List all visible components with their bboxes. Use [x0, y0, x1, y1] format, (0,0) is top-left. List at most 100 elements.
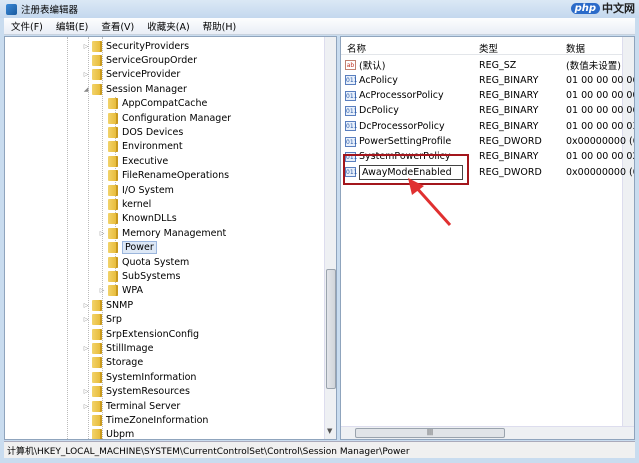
tree-node-label: FileRenameOperations: [122, 170, 230, 182]
value-type: REG_DWORD: [479, 166, 542, 178]
tree-node[interactable]: Quota System: [98, 255, 189, 269]
tree-node[interactable]: ▷ StillImage: [82, 341, 153, 355]
tree-node[interactable]: DOS Devices: [98, 125, 183, 139]
tree-node[interactable]: SrpExtensionConfig: [82, 327, 199, 341]
value-data: (数值未设置): [566, 61, 621, 72]
status-bar: 计算机\HKEY_LOCAL_MACHINE\SYSTEM\CurrentCon…: [4, 441, 635, 458]
value-row[interactable]: 011 AcPolicy: [345, 73, 398, 87]
folder-icon: [108, 256, 118, 268]
expand-arrow-icon[interactable]: ▷: [98, 287, 106, 294]
folder-icon: [92, 429, 102, 439]
tree-node-label: KnownDLLs: [122, 213, 177, 225]
collapse-arrow-icon[interactable]: ◢: [82, 86, 90, 93]
tree-node-label: AppCompatCache: [122, 98, 208, 110]
value-type: REG_BINARY: [479, 90, 539, 102]
tree-node-label: SystemResources: [106, 386, 190, 398]
registry-tree-pane[interactable]: ▼ ▷ SecurityProviders ServiceGroupOrder ▷ Se…: [4, 36, 337, 440]
expand-arrow-icon[interactable]: ▷: [82, 388, 90, 395]
column-header-data[interactable]: 数据: [566, 41, 585, 55]
tree-node-label: Configuration Manager: [122, 112, 232, 124]
expand-arrow-icon[interactable]: ▷: [82, 316, 90, 323]
tree-node-label: StillImage: [106, 342, 154, 354]
value-data: 01 00 00 00 02 0: [566, 151, 634, 163]
column-header-type[interactable]: 类型: [479, 41, 498, 55]
tree-node[interactable]: Configuration Manager: [98, 111, 231, 125]
tree-node[interactable]: Environment: [98, 140, 183, 154]
tree-node[interactable]: ▷ WPA: [98, 284, 143, 298]
tree-node[interactable]: I/O System: [98, 183, 174, 197]
tree-node[interactable]: Power: [98, 241, 157, 255]
value-row[interactable]: 011 DcProcessorPolicy: [345, 119, 445, 133]
tree-node[interactable]: ▷ Srp: [82, 313, 122, 327]
tree-node[interactable]: ▷ Terminal Server: [82, 399, 180, 413]
tree-node[interactable]: KnownDLLs: [98, 212, 177, 226]
expand-arrow-icon[interactable]: ▷: [82, 302, 90, 309]
tree-node[interactable]: FileRenameOperations: [98, 169, 229, 183]
expand-arrow-icon[interactable]: ▷: [82, 71, 90, 78]
folder-icon: [108, 285, 118, 297]
menu-item-2[interactable]: 查看(V): [94, 19, 140, 33]
tree-node[interactable]: ▷ ServiceProvider: [82, 68, 180, 82]
horizontal-scroll-thumb[interactable]: |||: [355, 428, 505, 438]
values-horizontal-scrollbar[interactable]: |||: [341, 426, 634, 439]
tree-node[interactable]: ◢ Session Manager: [82, 82, 187, 96]
value-data: 0x00000000 (0): [566, 136, 635, 147]
folder-icon: [108, 270, 118, 282]
value-type: REG_BINARY: [479, 105, 539, 117]
tree-node[interactable]: ▷ Memory Management: [98, 226, 226, 240]
value-name: DcProcessorPolicy: [359, 120, 445, 132]
value-row[interactable]: 011 SystemPowerPolicy: [345, 150, 450, 164]
column-header-name[interactable]: 名称: [347, 41, 366, 55]
rename-input[interactable]: AwayModeEnabled: [359, 164, 463, 180]
tree-node[interactable]: Storage: [82, 356, 143, 370]
folder-icon: [108, 126, 118, 138]
tree-node-label: Power: [122, 241, 157, 255]
tree-node[interactable]: ▷ SystemResources: [82, 385, 190, 399]
value-data: 01 00 00 00 03 0: [566, 120, 634, 132]
scroll-down-arrow-icon[interactable]: ▼: [327, 427, 332, 435]
folder-icon: [108, 112, 118, 124]
tree-node[interactable]: Ubpm: [82, 428, 134, 439]
folder-icon: [108, 213, 118, 225]
folder-icon: [92, 299, 102, 311]
expand-arrow-icon[interactable]: ▷: [82, 43, 90, 50]
tree-node[interactable]: SubSystems: [98, 269, 180, 283]
tree-node[interactable]: SystemInformation: [82, 370, 196, 384]
tree-node-label: Environment: [122, 141, 183, 153]
tree-node[interactable]: TimeZoneInformation: [82, 413, 208, 427]
values-pane[interactable]: 名称 类型 数据 ||| ab (默认) REG_SZ (数值未设置) 011 AcPol…: [340, 36, 635, 440]
value-row[interactable]: 011 AwayModeEnabled: [345, 164, 463, 180]
tree-node-label: Executive: [122, 155, 169, 167]
tree-node[interactable]: Executive: [98, 154, 168, 168]
menu-item-4[interactable]: 帮助(H): [196, 19, 243, 33]
tree-node[interactable]: ▷ SNMP: [82, 298, 133, 312]
tree-node-label: SNMP: [106, 299, 134, 311]
menu-item-3[interactable]: 收藏夹(A): [140, 19, 195, 33]
value-name: PowerSettingProfile: [359, 136, 452, 147]
menu-item-1[interactable]: 编辑(E): [49, 19, 94, 33]
tree-scroll-thumb[interactable]: [326, 269, 336, 389]
value-type: REG_BINARY: [479, 74, 539, 86]
tree-node[interactable]: ServiceGroupOrder: [82, 53, 197, 67]
tree-node[interactable]: ▷ SecurityProviders: [82, 39, 189, 53]
tree-node[interactable]: kernel: [98, 197, 151, 211]
value-type: REG_SZ: [479, 59, 517, 71]
folder-icon: [108, 170, 118, 182]
folder-icon: [92, 400, 102, 412]
title-bar: 注册表编辑器 php 中文网: [0, 0, 639, 18]
value-row[interactable]: 011 PowerSettingProfile: [345, 135, 451, 149]
folder-icon: [92, 414, 102, 426]
tree-vertical-scrollbar[interactable]: ▼: [324, 37, 336, 439]
tree-node-label: Srp: [106, 314, 122, 326]
tree-node-label: Session Manager: [106, 83, 187, 95]
tree-node-label: SrpExtensionConfig: [106, 328, 200, 340]
expand-arrow-icon[interactable]: ▷: [98, 230, 106, 237]
expand-arrow-icon[interactable]: ▷: [82, 345, 90, 352]
expand-arrow-icon[interactable]: ▷: [82, 403, 90, 410]
tree-node[interactable]: AppCompatCache: [98, 97, 207, 111]
value-row[interactable]: 011 DcPolicy: [345, 104, 399, 118]
tree-node-label: ServiceGroupOrder: [106, 54, 198, 66]
value-row[interactable]: ab (默认): [345, 58, 385, 72]
menu-item-0[interactable]: 文件(F): [4, 19, 49, 33]
value-row[interactable]: 011 AcProcessorPolicy: [345, 89, 444, 103]
